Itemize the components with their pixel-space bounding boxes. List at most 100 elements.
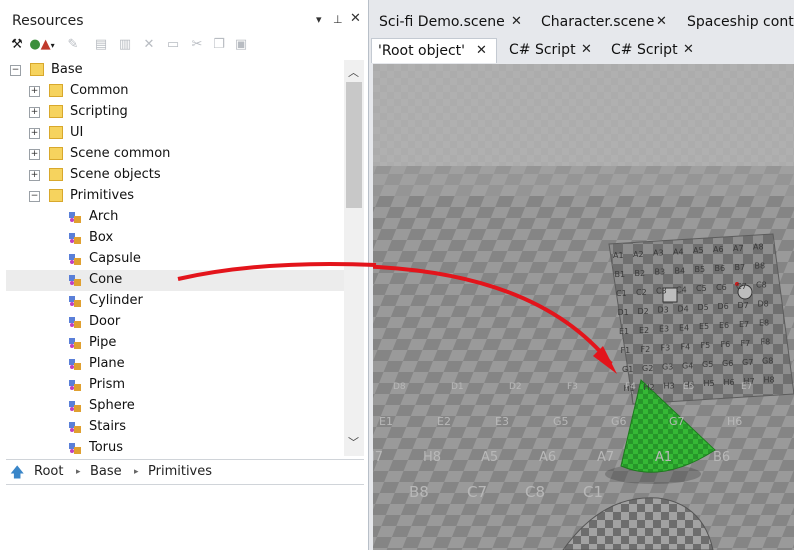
dropdown-icon[interactable]: ▾ <box>316 13 322 26</box>
floor-label: G7 <box>669 415 685 428</box>
tree-item-torus[interactable]: Torus <box>6 438 344 456</box>
tree-item-label: Capsule <box>89 251 141 266</box>
wall-label: D5 <box>698 303 709 312</box>
floor-label: B8 <box>409 483 429 501</box>
close-icon[interactable]: ✕ <box>581 42 592 57</box>
properties-icon[interactable]: ▭ <box>164 36 182 54</box>
tab-csharp-script-1[interactable]: C# Script ✕ <box>499 38 599 62</box>
tree-item-sphere[interactable]: Sphere <box>6 396 344 417</box>
wall-label: E2 <box>639 326 649 335</box>
tree-scrollbar[interactable]: ︿ ﹀ <box>344 60 364 456</box>
close-icon[interactable]: ✕ <box>656 14 667 29</box>
wall-label: E8 <box>759 319 769 328</box>
wall-label: A2 <box>633 250 644 259</box>
expand-icon[interactable]: + <box>29 170 40 181</box>
wall-label: F4 <box>681 342 691 351</box>
wall-label: D8 <box>758 300 769 309</box>
tree-item-door[interactable]: Door <box>6 312 344 333</box>
expand-icon[interactable]: + <box>29 128 40 139</box>
tab-sci-fi-demo[interactable]: Sci-fi Demo.scene ✕ <box>369 10 529 34</box>
wall-label: C1 <box>616 289 627 298</box>
scene-render: A1 A2 A3 A4 A5 A6 A7 A8 B1 B2 B3 B4 B5 B6 B7 B8 C1 C2 C3 C4… <box>373 64 794 550</box>
primitive-icon <box>68 399 82 413</box>
wall-label: E3 <box>659 325 669 334</box>
tab-label: C# Script <box>611 42 678 58</box>
wall-label: C7 <box>736 282 747 291</box>
wall-label: D7 <box>738 301 749 310</box>
wall-label: B8 <box>755 262 766 271</box>
rename-icon[interactable]: ▤ <box>92 36 110 54</box>
tree-item-base[interactable]: − Base <box>6 60 344 81</box>
tree-item-pipe[interactable]: Pipe <box>6 333 344 354</box>
close-icon[interactable]: ✕ <box>511 14 522 29</box>
primitive-icon <box>68 315 82 329</box>
collapse-icon[interactable]: − <box>10 65 21 76</box>
pin-icon[interactable]: ⊥ <box>333 13 343 26</box>
edit-icon[interactable]: ✎ <box>64 36 82 54</box>
paste-icon[interactable]: ▣ <box>232 36 250 54</box>
add-resource-icon[interactable]: ●▲▾ <box>28 36 56 54</box>
scroll-up-icon[interactable]: ︿ <box>348 64 359 80</box>
delete-icon[interactable]: ✕ <box>140 36 158 54</box>
breadcrumb-root[interactable]: Root <box>34 464 63 479</box>
tree-item-label: Torus <box>89 440 124 455</box>
tree-item-scene-common[interactable]: + Scene common <box>6 144 344 165</box>
floor-label: F4 <box>625 382 636 392</box>
close-icon[interactable]: ✕ <box>683 42 694 57</box>
folder-icon <box>49 105 63 118</box>
tab-root-object[interactable]: 'Root object' ✕ <box>371 38 497 63</box>
primitive-icon <box>68 336 82 350</box>
up-arrow-icon[interactable]: 🡅 <box>10 462 24 486</box>
wall-label: E4 <box>679 323 689 332</box>
cut-icon[interactable]: ✂ <box>188 36 206 54</box>
tree-item-prism[interactable]: Prism <box>6 375 344 396</box>
breadcrumb-separator-icon: ▸ <box>76 467 81 477</box>
tree-item-label: Door <box>89 314 121 329</box>
tree-item-scripting[interactable]: + Scripting <box>6 102 344 123</box>
collapse-icon[interactable]: − <box>29 191 40 202</box>
wall-label: F6 <box>721 340 731 349</box>
expand-icon[interactable]: + <box>29 149 40 160</box>
breadcrumb-base[interactable]: Base <box>90 464 122 479</box>
drag-arrow <box>177 261 377 281</box>
tree-item-plane[interactable]: Plane <box>6 354 344 375</box>
wall-label: H8 <box>764 376 775 385</box>
expand-icon[interactable]: + <box>29 107 40 118</box>
new-icon[interactable]: ▥ <box>116 36 134 54</box>
tree-item-label: Cone <box>89 272 123 287</box>
close-icon[interactable]: ✕ <box>476 43 487 58</box>
scroll-down-icon[interactable]: ﹀ <box>348 434 359 450</box>
tab-label: C# Script <box>509 42 576 58</box>
tree-item-scene-objects[interactable]: + Scene objects <box>6 165 344 186</box>
panel-title: Resources <box>12 13 84 29</box>
wall-label: G1 <box>622 365 633 374</box>
tree-item-primitives[interactable]: − Primitives <box>6 186 344 207</box>
tree-item-stairs[interactable]: Stairs <box>6 417 344 438</box>
floor-label: D1 <box>451 382 464 392</box>
tree-item-label: Scripting <box>70 104 128 119</box>
scene-viewport[interactable]: A1 A2 A3 A4 A5 A6 A7 A8 B1 B2 B3 B4 B5 B6 B7 B8 C1 C2 C3 C4… <box>373 64 794 550</box>
floor-label: E7 <box>741 382 752 392</box>
wall-label: D6 <box>718 302 729 311</box>
tab-label: Spaceship contr <box>687 14 794 30</box>
copy-icon[interactable]: ❐ <box>210 36 228 54</box>
tree-item-arch[interactable]: Arch <box>6 207 344 228</box>
tree-item-common[interactable]: + Common <box>6 81 344 102</box>
tree-item-ui[interactable]: + UI <box>6 123 344 144</box>
floor-label: E1 <box>379 415 393 428</box>
tree-item-box[interactable]: Box <box>6 228 344 249</box>
wall-label: D2 <box>638 307 649 316</box>
breadcrumb-primitives[interactable]: Primitives <box>148 464 212 479</box>
resource-tree: − Base + Common + Scripting + UI + Scene common + S… <box>6 60 344 456</box>
expand-icon[interactable]: + <box>29 86 40 97</box>
close-icon[interactable]: ✕ <box>350 11 361 26</box>
scroll-thumb[interactable] <box>346 82 362 208</box>
tools-icon[interactable]: ⚒ <box>8 36 26 54</box>
tree-item-label: Arch <box>89 209 119 224</box>
wall-label: C6 <box>716 283 727 292</box>
tab-csharp-script-2[interactable]: C# Script ✕ <box>601 38 701 62</box>
tab-character[interactable]: Character.scene ✕ <box>531 10 675 34</box>
wall-label: B4 <box>675 266 686 275</box>
tree-item-label: Pipe <box>89 335 117 350</box>
tab-spaceship[interactable]: Spaceship contr <box>677 10 794 34</box>
